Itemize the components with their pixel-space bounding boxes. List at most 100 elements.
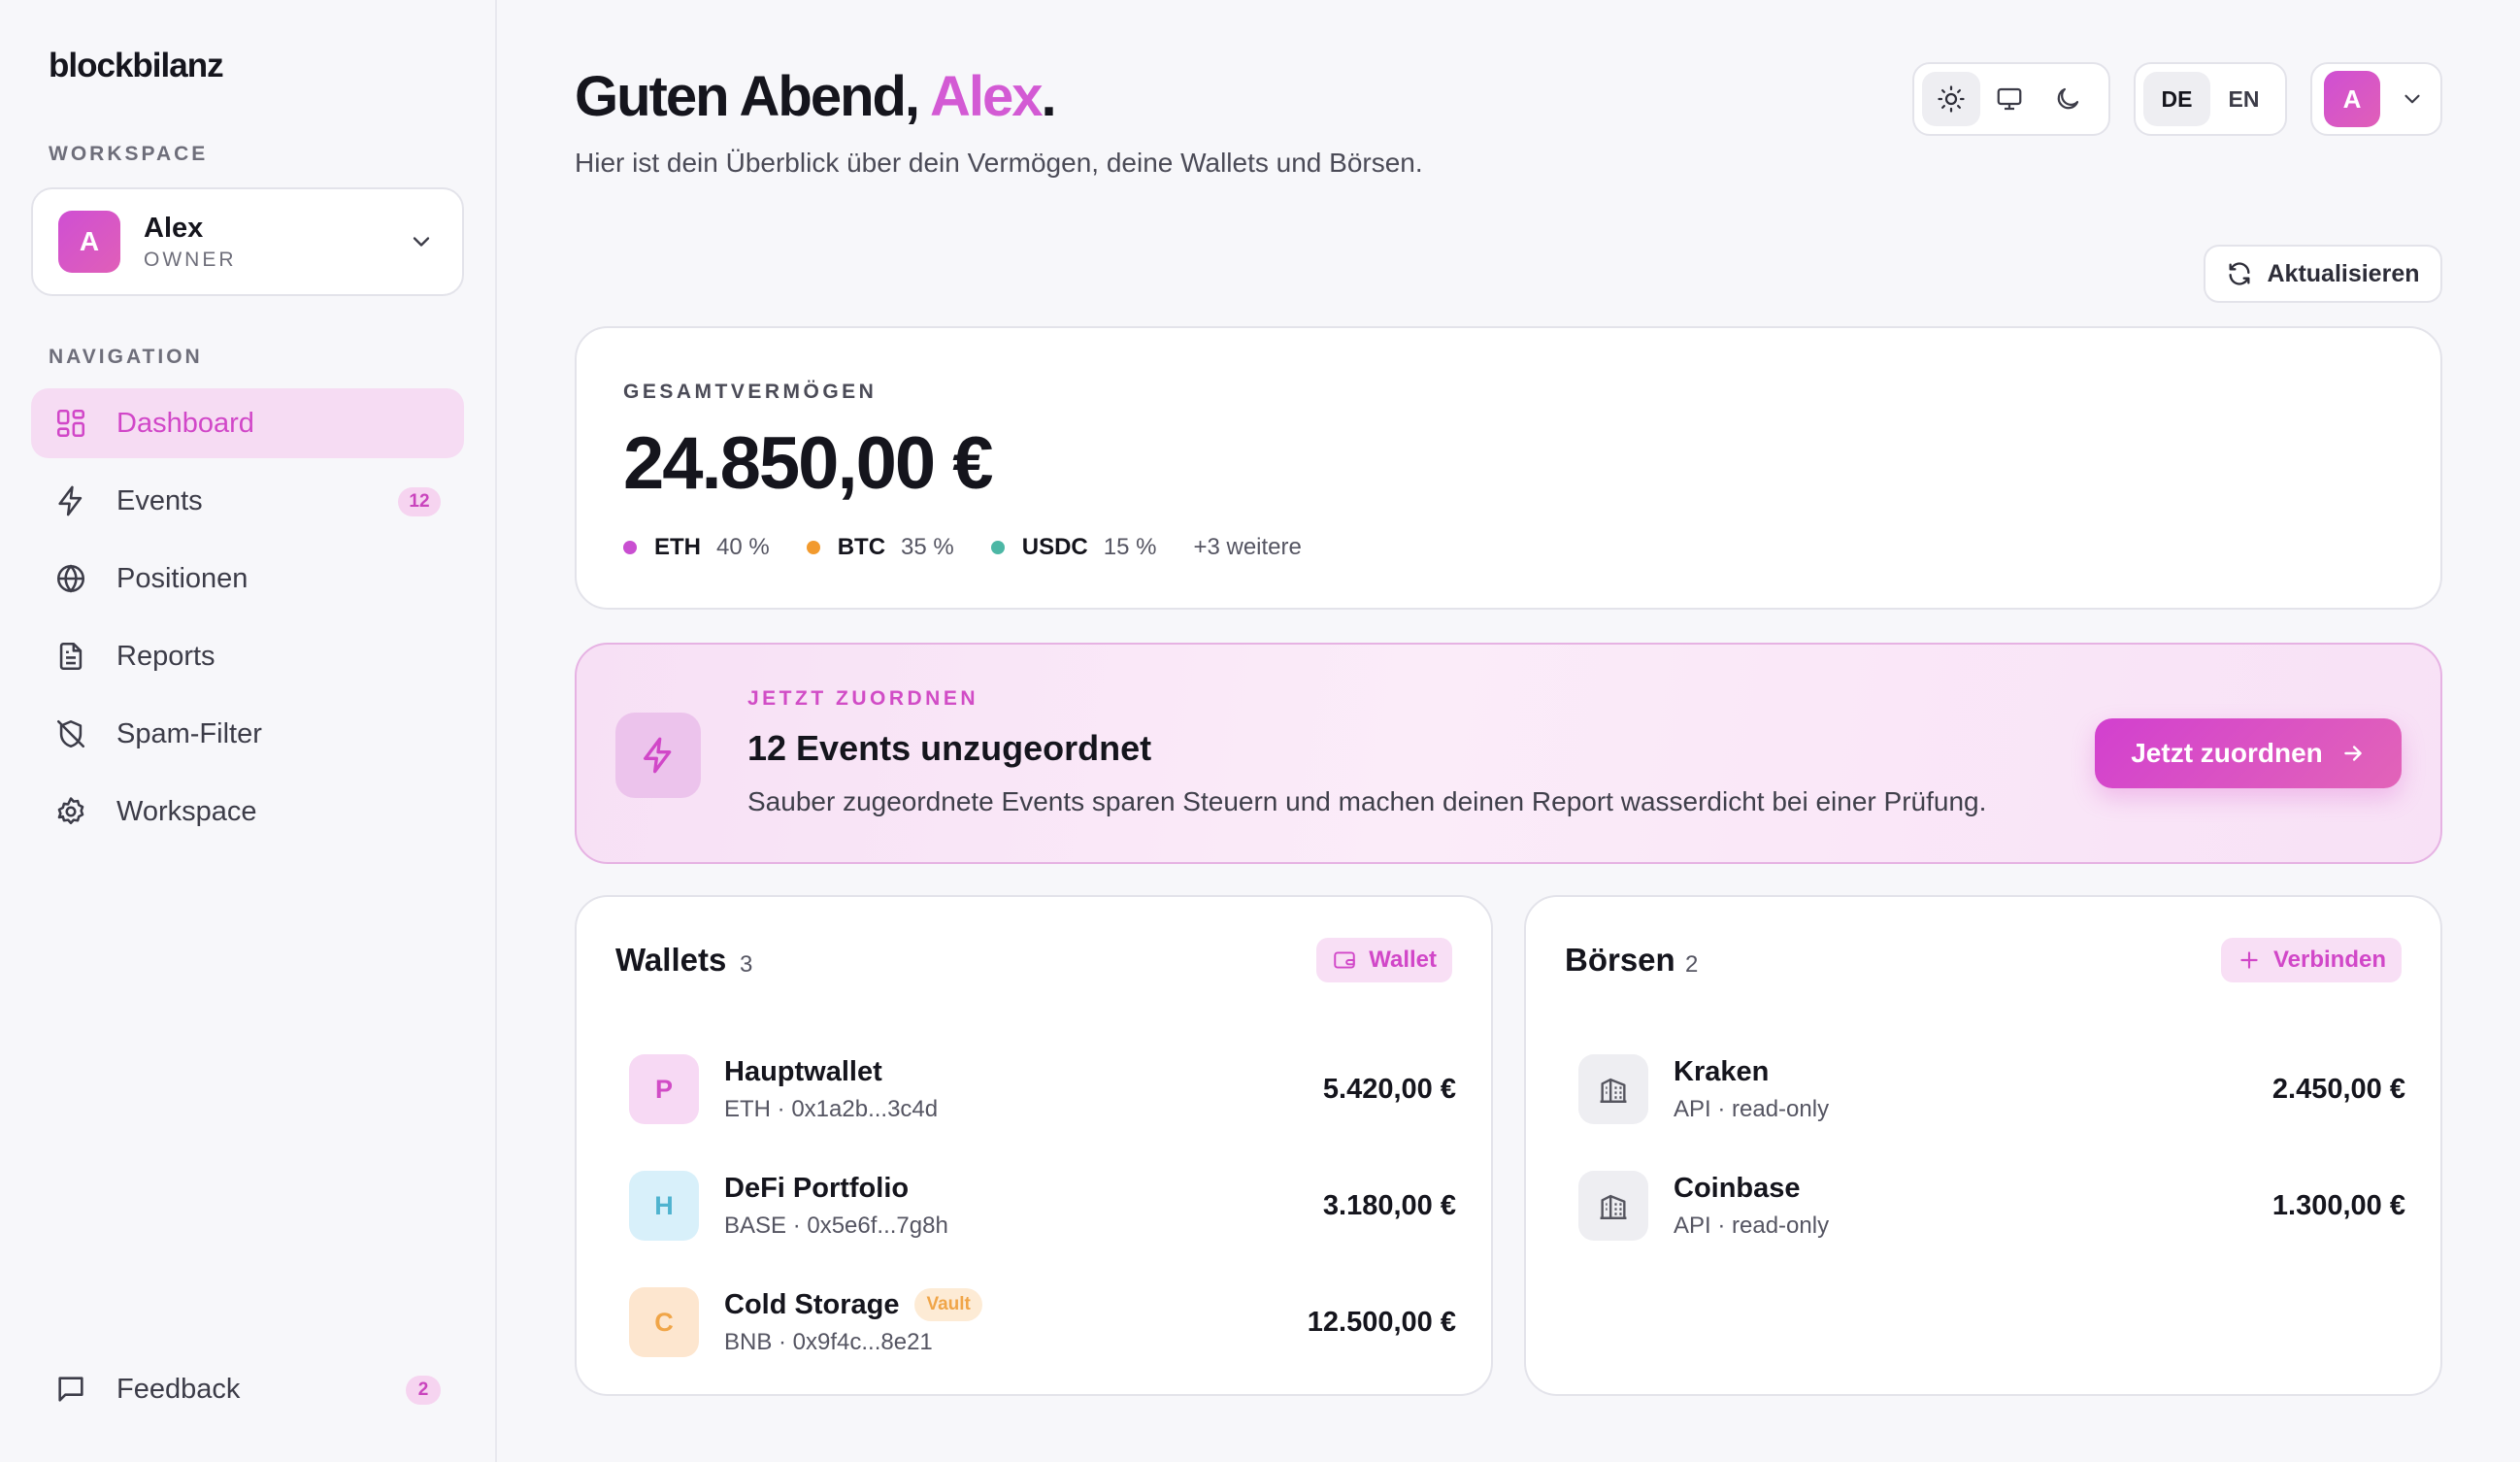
theme-light-button[interactable]: [1922, 72, 1980, 126]
navigation-section-label: NAVIGATION: [49, 346, 203, 368]
page-subtitle: Hier ist dein Überblick über dein Vermög…: [575, 148, 1423, 178]
total-assets-card: GESAMTVERMÖGEN 24.850,00 € ETH 40 % BTC …: [575, 326, 2442, 610]
gear-icon: [57, 797, 84, 825]
list-item[interactable]: P Hauptwallet ETH · 0x1a2b...3c4d 5.420,…: [629, 1031, 1456, 1147]
workspace-section-label: WORKSPACE: [49, 143, 209, 165]
building-icon: [1600, 1078, 1627, 1103]
zap-icon: [644, 737, 672, 774]
wallets-list: P Hauptwallet ETH · 0x1a2b...3c4d 5.420,…: [629, 1031, 1456, 1380]
allocation-symbol: USDC: [1021, 534, 1088, 560]
usdc-color-dot: [990, 541, 1005, 554]
sidebar-item-label: Feedback: [116, 1373, 241, 1405]
wallet-icon: [1334, 951, 1355, 969]
sidebar-item-label: Workspace: [116, 795, 257, 827]
brand-logo[interactable]: blockbilanz: [49, 47, 224, 85]
exchange-access: API · read-only: [1674, 1095, 1830, 1122]
total-assets-label: GESAMTVERMÖGEN: [623, 381, 878, 403]
document-icon: [59, 642, 83, 671]
wallet-address: BNB · 0x9f4c...8e21: [724, 1329, 933, 1355]
refresh-button[interactable]: Aktualisieren: [2204, 245, 2442, 303]
banner-icon-box: [615, 713, 701, 798]
allocation-item-eth: ETH 40 %: [623, 534, 770, 561]
page-title: Guten Abend, Alex.: [575, 64, 1057, 129]
wallets-panel: Wallets 3 Wallet P Hauptwallet ETH · 0x1…: [575, 895, 1493, 1396]
theme-system-button[interactable]: [1980, 72, 2039, 126]
assign-now-button[interactable]: Jetzt zuordnen: [2095, 718, 2402, 788]
allocation-symbol: BTC: [837, 534, 886, 560]
wallets-count: 3: [740, 951, 753, 978]
add-wallet-button[interactable]: Wallet: [1316, 938, 1452, 982]
sidebar-item-reports[interactable]: Reports: [31, 621, 464, 691]
refresh-label: Aktualisieren: [2267, 259, 2420, 287]
layout-grid-icon: [56, 409, 85, 438]
plus-icon: [2240, 951, 2258, 969]
exchange-avatar: [1578, 1054, 1648, 1124]
user-menu[interactable]: A: [2310, 62, 2442, 136]
sidebar-item-workspace[interactable]: Workspace: [31, 777, 464, 847]
list-item[interactable]: Coinbase API · read-only 1.300,00 €: [1578, 1147, 2405, 1264]
language-en-button[interactable]: EN: [2210, 72, 2277, 126]
wallet-value: 5.420,00 €: [1322, 1074, 1456, 1105]
language-switcher: DE EN: [2134, 62, 2287, 136]
feedback-count-badge: 2: [406, 1376, 441, 1405]
exchanges-title: Börsen: [1565, 942, 1675, 978]
monitor-icon: [1997, 87, 2022, 111]
list-item[interactable]: C Cold Storage Vault BNB · 0x9f4c...8e21…: [629, 1264, 1456, 1380]
wallet-name: DeFi Portfolio: [724, 1172, 910, 1204]
asset-allocation: ETH 40 % BTC 35 % USDC 15 % +3 weitere: [623, 534, 1302, 561]
sidebar-item-label: Positionen: [116, 562, 249, 594]
sidebar: blockbilanz WORKSPACE A Alex OWNER NAVIG…: [0, 0, 497, 1462]
moon-icon: [2057, 87, 2079, 110]
list-item[interactable]: H DeFi Portfolio BASE · 0x5e6f...7g8h 3.…: [629, 1147, 1456, 1264]
language-de-button[interactable]: DE: [2143, 72, 2210, 126]
wallets-title: Wallets: [615, 942, 727, 978]
exchange-name: Coinbase: [1674, 1172, 1801, 1204]
sun-icon: [1938, 85, 1965, 113]
allocation-item-usdc: USDC 15 %: [990, 534, 1157, 561]
wallet-avatar: C: [629, 1287, 699, 1357]
banner-title: 12 Events unzugeordnet: [747, 728, 1152, 768]
allocation-item-btc: BTC 35 %: [806, 534, 954, 561]
add-wallet-label: Wallet: [1369, 947, 1437, 973]
main-navigation: Dashboard Events 12 Positionen Reports S…: [31, 388, 464, 854]
list-item[interactable]: Kraken API · read-only 2.450,00 €: [1578, 1031, 2405, 1147]
connect-exchange-button[interactable]: Verbinden: [2220, 938, 2402, 982]
assign-now-label: Jetzt zuordnen: [2131, 738, 2323, 768]
workspace-avatar: A: [58, 211, 120, 273]
theme-dark-button[interactable]: [2039, 72, 2097, 126]
wallet-address: ETH · 0x1a2b...3c4d: [724, 1095, 939, 1122]
wallet-avatar: P: [629, 1054, 699, 1124]
sidebar-item-label: Reports: [116, 640, 216, 672]
sidebar-item-events[interactable]: Events 12: [31, 466, 464, 536]
connect-exchange-label: Verbinden: [2272, 947, 2386, 973]
wallet-name-line: Cold Storage Vault: [724, 1288, 982, 1321]
allocation-percent: 35 %: [901, 534, 954, 560]
workspace-role: OWNER: [144, 248, 237, 271]
globe-icon: [56, 564, 85, 593]
exchange-value: 2.450,00 €: [2271, 1074, 2405, 1105]
sidebar-item-dashboard[interactable]: Dashboard: [31, 388, 464, 458]
greeting-prefix: Guten Abend,: [575, 65, 931, 128]
building-icon: [1600, 1194, 1627, 1219]
allocation-percent: 15 %: [1103, 534, 1157, 560]
exchange-avatar: [1578, 1171, 1648, 1241]
greeting-name: Alex: [930, 65, 1044, 128]
vault-badge: Vault: [914, 1288, 982, 1321]
sidebar-item-spam-filter[interactable]: Spam-Filter: [31, 699, 464, 769]
wallet-address: BASE · 0x5e6f...7g8h: [724, 1212, 948, 1239]
sidebar-item-positionen[interactable]: Positionen: [31, 544, 464, 614]
eth-color-dot: [623, 541, 637, 554]
exchange-value: 1.300,00 €: [2271, 1190, 2405, 1221]
wallet-value: 3.180,00 €: [1322, 1190, 1456, 1221]
wallet-avatar: H: [629, 1171, 699, 1241]
sidebar-item-label: Dashboard: [116, 407, 254, 439]
arrow-right-icon: [2344, 746, 2362, 761]
workspace-name: Alex: [144, 212, 204, 244]
wallet-name: Hauptwallet: [724, 1055, 882, 1087]
total-assets-value: 24.850,00 €: [623, 422, 993, 505]
user-avatar: A: [2324, 71, 2380, 127]
allocation-more[interactable]: +3 weitere: [1193, 534, 1301, 561]
sidebar-item-feedback[interactable]: Feedback 2: [31, 1354, 464, 1424]
events-count-badge: 12: [398, 487, 441, 516]
workspace-switcher[interactable]: A Alex OWNER: [31, 187, 464, 296]
